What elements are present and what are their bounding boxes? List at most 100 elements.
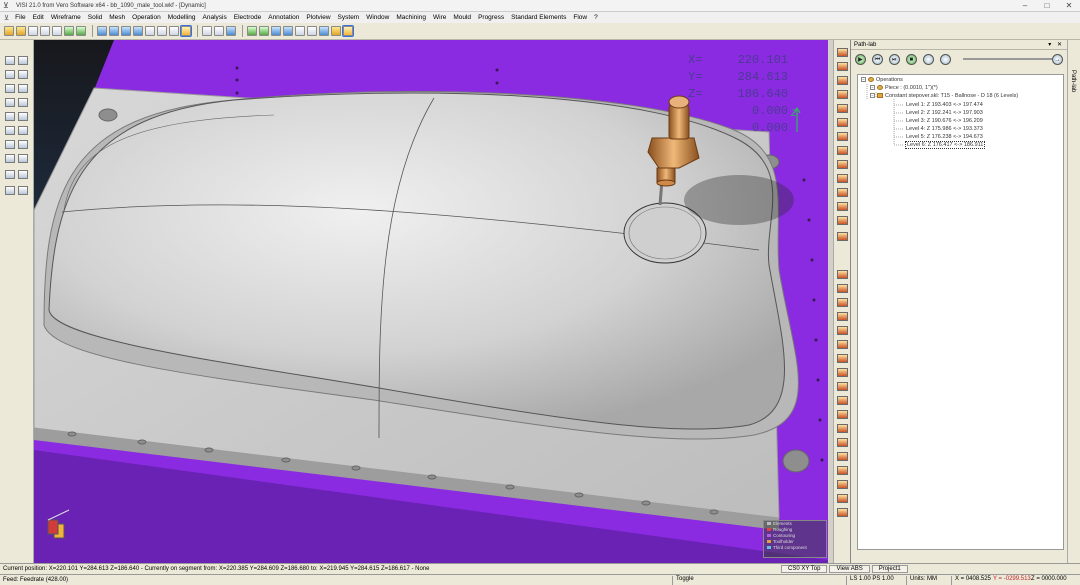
undo-icon[interactable] <box>64 26 74 36</box>
open-icon[interactable] <box>16 26 26 36</box>
new-icon[interactable] <box>4 26 14 36</box>
zoom-icon[interactable] <box>97 26 107 36</box>
machining-tool-icon[interactable] <box>837 452 848 461</box>
machining-tool-icon[interactable] <box>837 424 848 433</box>
maximize-button[interactable]: □ <box>1036 0 1058 12</box>
circle-icon[interactable] <box>5 84 15 93</box>
menu-window[interactable]: Window <box>366 14 389 21</box>
path-lab-side-tab[interactable]: Path-lab <box>1067 40 1080 563</box>
machining-tool-icon[interactable] <box>837 480 848 489</box>
machining-tool-icon[interactable] <box>837 232 848 241</box>
hidden-icon[interactable] <box>180 25 192 37</box>
cam-4-icon[interactable] <box>283 26 293 36</box>
prev-button[interactable] <box>922 53 934 65</box>
menu-annotation[interactable]: Annotation <box>268 14 299 21</box>
forward-button[interactable]: → <box>1052 53 1063 65</box>
move-icon[interactable] <box>5 112 15 121</box>
layer-icon[interactable] <box>202 26 212 36</box>
machining-tool-icon[interactable] <box>837 104 848 113</box>
cam-6-icon[interactable] <box>307 26 317 36</box>
pathlab-icon[interactable] <box>342 25 354 37</box>
line-icon[interactable] <box>18 56 28 65</box>
menu-file[interactable]: File <box>15 14 25 21</box>
spline-icon[interactable] <box>18 84 28 93</box>
menu-modelling[interactable]: Modelling <box>168 14 196 21</box>
rotate-icon[interactable] <box>18 112 28 121</box>
menu-electrode[interactable]: Electrode <box>234 14 261 21</box>
stop-button[interactable]: ■ <box>905 53 917 65</box>
toggle-button[interactable]: Toggle <box>672 576 694 585</box>
menu-mesh[interactable]: Mesh <box>109 14 125 21</box>
machining-tool-icon[interactable] <box>837 48 848 57</box>
menu-wire[interactable]: Wire <box>433 14 446 21</box>
machining-tool-icon[interactable] <box>837 284 848 293</box>
machining-tool-icon[interactable] <box>837 382 848 391</box>
machining-tool-icon[interactable] <box>837 368 848 377</box>
menu-progress[interactable]: Progress <box>478 14 504 21</box>
machining-tool-icon[interactable] <box>837 202 848 211</box>
print-icon[interactable] <box>40 26 50 36</box>
machining-tool-icon[interactable] <box>837 298 848 307</box>
close-button[interactable]: ✕ <box>1058 0 1080 12</box>
wire-icon[interactable] <box>169 26 179 36</box>
select-icon[interactable] <box>5 56 15 65</box>
menu-system[interactable]: System <box>338 14 360 21</box>
machining-tool-icon[interactable] <box>837 410 848 419</box>
info-icon[interactable] <box>5 154 15 163</box>
machining-tool-icon[interactable] <box>837 216 848 225</box>
colour-icon[interactable] <box>5 170 15 179</box>
machining-tool-icon[interactable] <box>837 270 848 279</box>
forward-arrow-icon[interactable] <box>18 186 28 195</box>
cam-icon[interactable] <box>247 26 257 36</box>
layer-2-icon[interactable] <box>18 154 28 163</box>
machining-tool-icon[interactable] <box>837 326 848 335</box>
paint-icon[interactable] <box>18 170 28 179</box>
machining-tool-icon[interactable] <box>837 118 848 127</box>
machining-tool-icon[interactable] <box>837 160 848 169</box>
view-top-icon[interactable] <box>121 26 131 36</box>
menu-flow[interactable]: Flow <box>573 14 587 21</box>
menu-mould[interactable]: Mould <box>453 14 471 21</box>
back-arrow-icon[interactable] <box>5 186 15 195</box>
machining-tool-icon[interactable] <box>837 466 848 475</box>
machining-tool-icon[interactable] <box>837 146 848 155</box>
save-icon[interactable] <box>28 26 38 36</box>
point-icon[interactable] <box>5 70 15 79</box>
machining-tool-icon[interactable] <box>837 132 848 141</box>
offset-icon[interactable] <box>18 98 28 107</box>
measure-icon[interactable] <box>226 26 236 36</box>
delete-icon[interactable] <box>5 140 15 149</box>
cam-7-icon[interactable] <box>319 26 329 36</box>
menu-edit[interactable]: Edit <box>33 14 44 21</box>
menu-logo-icon[interactable]: ⊻ <box>4 14 9 22</box>
rewind-button[interactable]: ⏮ <box>871 53 883 65</box>
copy-icon[interactable] <box>52 26 62 36</box>
view-side-icon[interactable] <box>133 26 143 36</box>
redo-icon[interactable] <box>76 26 86 36</box>
machining-tool-icon[interactable] <box>837 90 848 99</box>
menu-help[interactable]: ? <box>594 14 598 21</box>
next-button[interactable] <box>939 53 951 65</box>
machining-tool-icon[interactable] <box>837 62 848 71</box>
mirror-icon[interactable] <box>5 126 15 135</box>
machining-tool-icon[interactable] <box>837 438 848 447</box>
panel-controls[interactable]: ▾ ✕ <box>1048 41 1064 48</box>
view-iso-icon[interactable] <box>145 26 155 36</box>
menu-solid[interactable]: Solid <box>88 14 102 21</box>
minimize-button[interactable]: – <box>1014 0 1036 12</box>
machining-tool-icon[interactable] <box>837 354 848 363</box>
cs-indicator[interactable]: CS0 XY Top <box>781 565 828 573</box>
scale-icon[interactable] <box>18 126 28 135</box>
path-icon[interactable] <box>331 26 341 36</box>
playback-slider[interactable] <box>962 58 1053 60</box>
play-button[interactable]: ▶ <box>855 53 866 65</box>
machining-tool-icon[interactable] <box>837 340 848 349</box>
menu-wireframe[interactable]: Wireframe <box>51 14 81 21</box>
machining-tool-icon[interactable] <box>837 508 848 517</box>
grid-icon[interactable] <box>214 26 224 36</box>
menu-machining[interactable]: Machining <box>396 14 426 21</box>
machining-tool-icon[interactable] <box>837 312 848 321</box>
machining-tool-icon[interactable] <box>837 174 848 183</box>
menu-standard-elements[interactable]: Standard Elements <box>511 14 566 21</box>
view-indicator[interactable]: View ABS <box>829 565 870 573</box>
